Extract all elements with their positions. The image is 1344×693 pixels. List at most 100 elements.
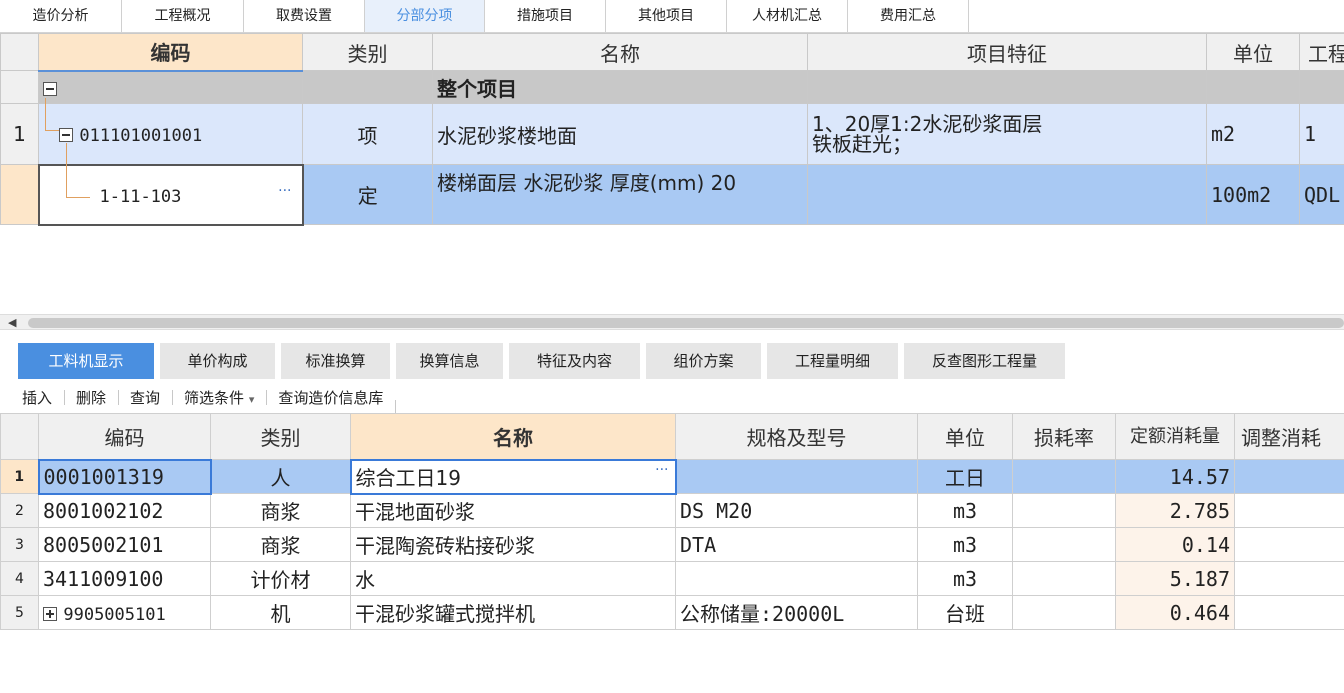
header-unit[interactable]: 单位 [917, 413, 1013, 460]
resource-spec-cell[interactable]: DS M20 [675, 493, 918, 528]
resource-code-cell[interactable]: 0001001319 [37, 458, 212, 495]
filter-dropdown[interactable]: 筛选条件 ▾ [172, 387, 266, 408]
header-name[interactable]: 名称 [350, 413, 676, 460]
scrollbar-thumb[interactable] [28, 318, 1344, 328]
bill-category-cell[interactable]: 项 [302, 103, 433, 165]
resource-loss-cell[interactable] [1012, 527, 1116, 562]
tab-unit-price[interactable]: 单价构成 [160, 343, 275, 379]
table-row[interactable]: 4 3411009100 计价材 水 m3 5.187 [0, 561, 1344, 596]
header-code[interactable]: 编码 [38, 33, 303, 72]
price-info-db-button[interactable]: 查询造价信息库 [266, 387, 395, 408]
resource-category-cell[interactable]: 商浆 [210, 493, 351, 528]
quota-category-cell[interactable]: 定 [302, 164, 433, 225]
resource-category-cell[interactable]: 机 [210, 595, 351, 630]
collapse-icon[interactable] [43, 81, 57, 96]
header-quota-consumption[interactable]: 定额消耗量 [1115, 413, 1235, 460]
resource-unit-cell[interactable]: 台班 [917, 595, 1013, 630]
bill-name-cell[interactable]: 水泥砂浆楼地面 [432, 103, 808, 165]
resource-category-cell[interactable]: 商浆 [210, 527, 351, 562]
table-row[interactable]: 2 8001002102 商浆 干混地面砂浆 DS M20 m3 2.785 [0, 493, 1344, 528]
tab-cost-summary[interactable]: 费用汇总 [848, 0, 969, 32]
table-row[interactable]: 5 9905005101 机 干混砂浆罐式搅拌机 公称储量:20000L 台班 … [0, 595, 1344, 630]
resource-unit-cell[interactable]: m3 [917, 527, 1013, 562]
resource-adjust-cell[interactable] [1234, 527, 1344, 562]
quota-row[interactable]: 1-11-103 ··· 定 楼梯面层 水泥砂浆 厚度(mm) 20 100m2… [0, 163, 1344, 226]
total-name-cell[interactable]: 整个项目 [432, 70, 808, 104]
resource-loss-cell[interactable] [1012, 493, 1116, 528]
resource-unit-cell[interactable]: m3 [917, 493, 1013, 528]
horizontal-scrollbar[interactable]: ◀ [0, 314, 1344, 330]
resource-spec-cell[interactable]: DTA [675, 527, 918, 562]
resource-name-cell[interactable]: 干混地面砂浆 [350, 493, 676, 528]
total-category-cell[interactable] [302, 70, 433, 104]
collapse-icon[interactable] [59, 128, 73, 143]
resource-spec-cell[interactable] [675, 459, 918, 494]
resource-adjust-cell[interactable] [1234, 595, 1344, 630]
query-button[interactable]: 查询 [118, 387, 172, 408]
resource-loss-cell[interactable] [1012, 459, 1116, 494]
tab-itemized[interactable]: 分部分项 [365, 0, 485, 32]
bill-item-row[interactable]: 1 011101001001 项 水泥砂浆楼地面 1、20厚1:2水泥砂浆面层 … [0, 103, 1344, 165]
tab-measures[interactable]: 措施项目 [485, 0, 606, 32]
header-adjusted-consumption[interactable]: 调整消耗 [1234, 413, 1344, 460]
tab-fee-settings[interactable]: 取费设置 [244, 0, 365, 32]
total-feature-cell[interactable] [807, 70, 1207, 104]
resource-adjust-cell[interactable] [1234, 459, 1344, 494]
scroll-left-icon[interactable]: ◀ [8, 316, 16, 329]
resource-quota-cell[interactable]: 2.785 [1115, 493, 1235, 528]
header-name[interactable]: 名称 [432, 33, 808, 71]
expand-icon[interactable] [43, 607, 57, 621]
table-row[interactable]: 1 0001001319 人 综合工日19 ··· 工日 14.57 [0, 458, 1344, 495]
header-spec[interactable]: 规格及型号 [675, 413, 918, 460]
quota-name-cell[interactable]: 楼梯面层 水泥砂浆 厚度(mm) 20 [432, 164, 808, 225]
quota-code-cell[interactable]: 1-11-103 ··· [37, 163, 304, 226]
tab-features-content[interactable]: 特征及内容 [509, 343, 640, 379]
tab-standard-conversion[interactable]: 标准换算 [281, 343, 390, 379]
bill-unit-cell[interactable]: m2 [1206, 103, 1300, 165]
tab-labor-material-summary[interactable]: 人材机汇总 [727, 0, 848, 32]
tab-pricing-scheme[interactable]: 组价方案 [646, 343, 761, 379]
total-row[interactable]: 整个项目 [0, 70, 1344, 104]
header-feature[interactable]: 项目特征 [807, 33, 1207, 71]
tab-reverse-graphic-quantity[interactable]: 反查图形工程量 [904, 343, 1065, 379]
resource-name-cell[interactable]: 干混陶瓷砖粘接砂浆 [350, 527, 676, 562]
total-qty-cell[interactable] [1299, 70, 1344, 104]
tab-labor-material-machine[interactable]: 工料机显示 [18, 343, 154, 379]
resource-quota-cell[interactable]: 0.464 [1115, 595, 1235, 630]
total-code-cell[interactable] [38, 70, 303, 104]
insert-button[interactable]: 插入 [0, 387, 64, 408]
resource-unit-cell[interactable]: m3 [917, 561, 1013, 596]
resource-adjust-cell[interactable] [1234, 561, 1344, 596]
header-category[interactable]: 类别 [210, 413, 351, 460]
resource-loss-cell[interactable] [1012, 561, 1116, 596]
resource-name-cell[interactable]: 综合工日19 ··· [349, 458, 677, 495]
resource-quota-cell[interactable]: 14.57 [1115, 459, 1235, 494]
header-code[interactable]: 编码 [38, 413, 211, 460]
resource-spec-cell[interactable]: 公称储量:20000L [675, 595, 918, 630]
resource-adjust-cell[interactable] [1234, 493, 1344, 528]
table-row[interactable]: 3 8005002101 商浆 干混陶瓷砖粘接砂浆 DTA m3 0.14 [0, 527, 1344, 562]
bill-feature-cell[interactable]: 1、20厚1:2水泥砂浆面层 铁板赶光； [807, 103, 1207, 165]
ellipsis-button[interactable]: ··· [655, 462, 668, 478]
resource-code-cell[interactable]: 3411009100 [38, 561, 211, 596]
total-unit-cell[interactable] [1206, 70, 1300, 104]
header-loss-rate[interactable]: 损耗率 [1012, 413, 1116, 460]
bill-code-cell[interactable]: 011101001001 [38, 103, 303, 165]
resource-code-cell[interactable]: 8001002102 [38, 493, 211, 528]
resource-category-cell[interactable]: 人 [210, 459, 351, 494]
tab-project-overview[interactable]: 工程概况 [122, 0, 244, 32]
header-category[interactable]: 类别 [302, 33, 433, 71]
header-quantity[interactable]: 工程 [1299, 33, 1344, 71]
tab-other-items[interactable]: 其他项目 [606, 0, 727, 32]
ellipsis-button[interactable]: ··· [278, 183, 291, 199]
resource-quota-cell[interactable]: 0.14 [1115, 527, 1235, 562]
resource-code-cell[interactable]: 8005002101 [38, 527, 211, 562]
resource-loss-cell[interactable] [1012, 595, 1116, 630]
quota-feature-cell[interactable] [807, 164, 1207, 225]
resource-category-cell[interactable]: 计价材 [210, 561, 351, 596]
quota-qty-cell[interactable]: QDL [1299, 164, 1344, 225]
resource-spec-cell[interactable] [675, 561, 918, 596]
resource-unit-cell[interactable]: 工日 [917, 459, 1013, 494]
tab-quantity-details[interactable]: 工程量明细 [767, 343, 898, 379]
resource-name-cell[interactable]: 干混砂浆罐式搅拌机 [350, 595, 676, 630]
